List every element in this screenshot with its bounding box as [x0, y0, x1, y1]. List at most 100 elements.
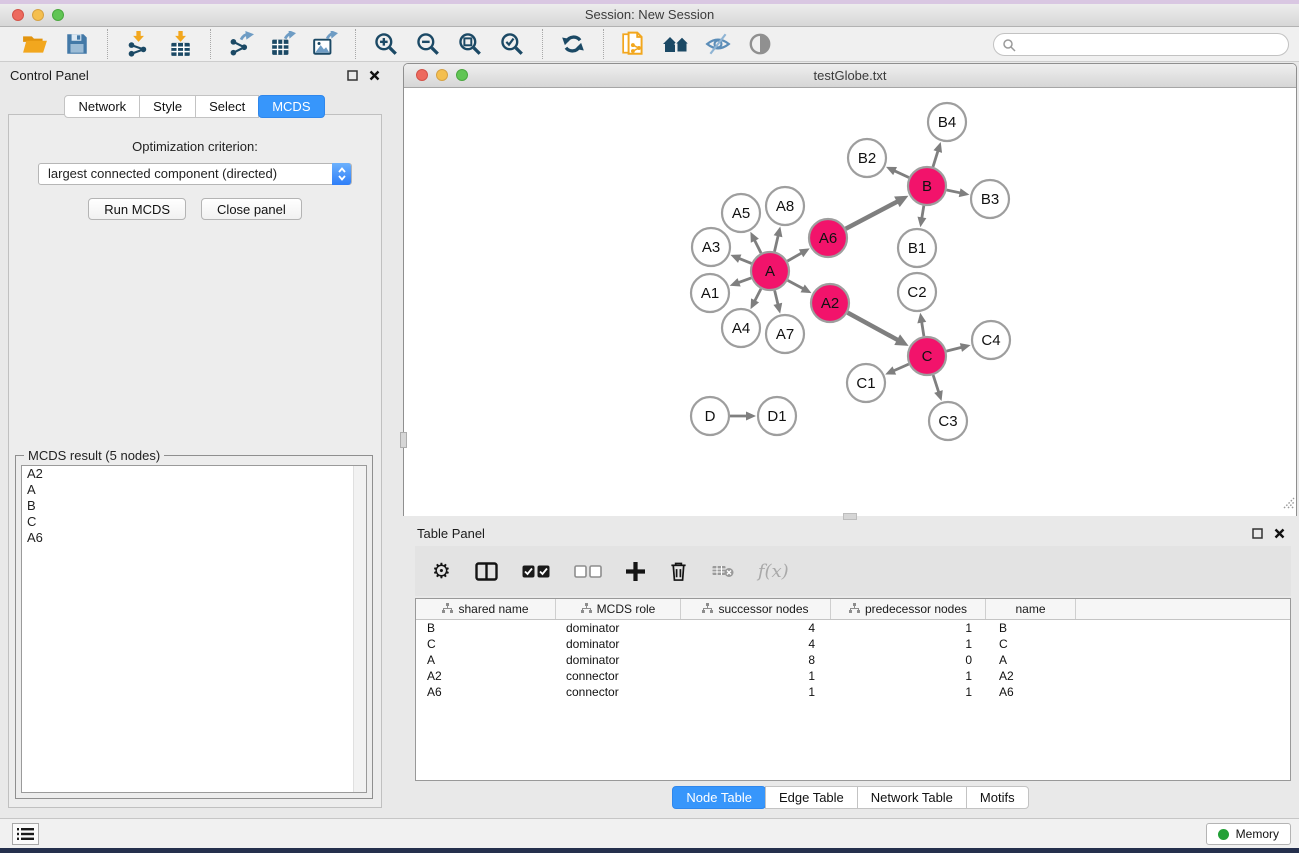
column-header-MCDS-role[interactable]: MCDS role	[556, 599, 681, 619]
table-cell[interactable]: A	[986, 652, 1076, 668]
table-cell[interactable]: 1	[831, 636, 986, 652]
minimize-window-button[interactable]	[32, 9, 44, 21]
table-cell[interactable]: dominator	[556, 636, 681, 652]
open-session-icon[interactable]	[21, 30, 49, 58]
task-history-button[interactable]	[12, 823, 39, 845]
table-cell[interactable]: 1	[831, 684, 986, 700]
graph-edge-B-B4[interactable]	[933, 151, 938, 167]
result-scrollbar[interactable]	[353, 466, 366, 792]
table-row[interactable]: A6connector11A6	[416, 684, 1290, 700]
table-cell[interactable]: connector	[556, 668, 681, 684]
graph-node-A7[interactable]: A7	[766, 315, 804, 353]
graph-edge-A6-B[interactable]	[846, 201, 898, 228]
result-list-item[interactable]: C	[22, 514, 366, 530]
zoom-fit-icon[interactable]	[456, 30, 484, 58]
graph-edge-A-A4[interactable]	[755, 289, 761, 301]
table-row[interactable]: Cdominator41C	[416, 636, 1290, 652]
network-close-button[interactable]	[416, 69, 428, 81]
home-icon[interactable]	[662, 30, 690, 58]
hide-panel-icon[interactable]	[704, 30, 732, 58]
tab-edge-table[interactable]: Edge Table	[765, 786, 858, 809]
tab-motifs[interactable]: Motifs	[966, 786, 1029, 809]
graph-edge-C-C4[interactable]	[946, 347, 961, 351]
close-window-button[interactable]	[12, 9, 24, 21]
column-header-successor-nodes[interactable]: successor nodes	[681, 599, 831, 619]
table-cell[interactable]: connector	[556, 684, 681, 700]
zoom-selected-icon[interactable]	[498, 30, 526, 58]
table-cell[interactable]: A2	[986, 668, 1076, 684]
column-header-shared-name[interactable]: shared name	[416, 599, 556, 619]
graph-edge-A-A2[interactable]	[788, 280, 804, 288]
table-cell[interactable]: 4	[681, 620, 831, 636]
table-cell[interactable]: 1	[681, 684, 831, 700]
graph-edge-A-A5[interactable]	[754, 240, 761, 253]
table-cell[interactable]: 1	[831, 668, 986, 684]
table-cell[interactable]: B	[986, 620, 1076, 636]
import-network-icon[interactable]	[124, 30, 152, 58]
graph-edge-C-C3[interactable]	[933, 375, 939, 392]
graph-node-A3[interactable]: A3	[692, 228, 730, 266]
criterion-dropdown[interactable]: largest connected component (directed)	[38, 163, 352, 185]
table-cell[interactable]: dominator	[556, 652, 681, 668]
resize-grip[interactable]	[1281, 495, 1295, 514]
search-input[interactable]	[993, 33, 1289, 56]
graph-node-C[interactable]: C	[908, 337, 946, 375]
table-row[interactable]: A2connector11A2	[416, 668, 1290, 684]
table-cell[interactable]: A6	[416, 684, 556, 700]
table-settings-gear-icon[interactable]: ⚙	[432, 561, 451, 582]
columns-icon[interactable]	[475, 562, 498, 581]
graph-node-B[interactable]: B	[908, 167, 946, 205]
zoom-in-icon[interactable]	[372, 30, 400, 58]
export-image-icon[interactable]	[311, 30, 339, 58]
network-canvas[interactable]: AA1A3A4A5A7A8A6A2BB1B2B3B4CC1C2C3C4DD1	[404, 89, 1296, 516]
export-table-icon[interactable]	[269, 30, 297, 58]
memory-button[interactable]: Memory	[1206, 823, 1291, 845]
graph-node-D[interactable]: D	[691, 397, 729, 435]
maximize-window-button[interactable]	[52, 9, 64, 21]
tab-mcds[interactable]: MCDS	[258, 95, 324, 118]
deselect-all-icon[interactable]	[574, 565, 602, 578]
run-mcds-button[interactable]: Run MCDS	[88, 198, 186, 220]
float-panel-icon[interactable]	[347, 70, 358, 81]
graph-edge-C-C2[interactable]	[922, 322, 924, 337]
delete-icon[interactable]	[669, 561, 688, 582]
splitter-grip[interactable]	[400, 432, 407, 448]
refresh-icon[interactable]	[559, 30, 587, 58]
tab-style[interactable]: Style	[139, 95, 196, 118]
graph-node-A8[interactable]: A8	[766, 187, 804, 225]
table-cell[interactable]: 8	[681, 652, 831, 668]
table-cell[interactable]: 0	[831, 652, 986, 668]
graph-node-B1[interactable]: B1	[898, 229, 936, 267]
graph-edge-B-B3[interactable]	[947, 190, 961, 193]
table-cell[interactable]: A2	[416, 668, 556, 684]
table-cell[interactable]: 4	[681, 636, 831, 652]
table-cell[interactable]: C	[986, 636, 1076, 652]
table-cell[interactable]: 1	[831, 620, 986, 636]
graph-edge-B-B1[interactable]	[922, 206, 924, 219]
table-row[interactable]: Bdominator41B	[416, 620, 1290, 636]
result-list-item[interactable]: A	[22, 482, 366, 498]
graph-node-A5[interactable]: A5	[722, 194, 760, 232]
table-cell[interactable]: A	[416, 652, 556, 668]
close-panel-icon[interactable]	[369, 70, 380, 81]
tab-network-table[interactable]: Network Table	[857, 786, 967, 809]
graph-edge-A-A8[interactable]	[774, 235, 778, 251]
graph-node-A4[interactable]: A4	[722, 309, 760, 347]
inspector-eye-icon[interactable]	[746, 30, 774, 58]
column-header-predecessor-nodes[interactable]: predecessor nodes	[831, 599, 986, 619]
zoom-out-icon[interactable]	[414, 30, 442, 58]
function-builder-icon[interactable]: f(x)	[758, 561, 789, 582]
graph-edge-A-A7[interactable]	[775, 290, 778, 304]
table-cell[interactable]: A6	[986, 684, 1076, 700]
table-cell[interactable]: dominator	[556, 620, 681, 636]
float-table-panel-icon[interactable]	[1252, 528, 1263, 539]
graph-edge-A-A1[interactable]	[738, 278, 751, 283]
network-maximize-button[interactable]	[456, 69, 468, 81]
result-list-item[interactable]: A2	[22, 466, 366, 482]
table-row[interactable]: Adominator80A	[416, 652, 1290, 668]
graph-node-C2[interactable]: C2	[898, 273, 936, 311]
graph-node-A1[interactable]: A1	[691, 274, 729, 312]
graph-edge-B-B2[interactable]	[894, 171, 909, 178]
graph-edge-A-A3[interactable]	[739, 258, 752, 263]
table-cell[interactable]: 1	[681, 668, 831, 684]
